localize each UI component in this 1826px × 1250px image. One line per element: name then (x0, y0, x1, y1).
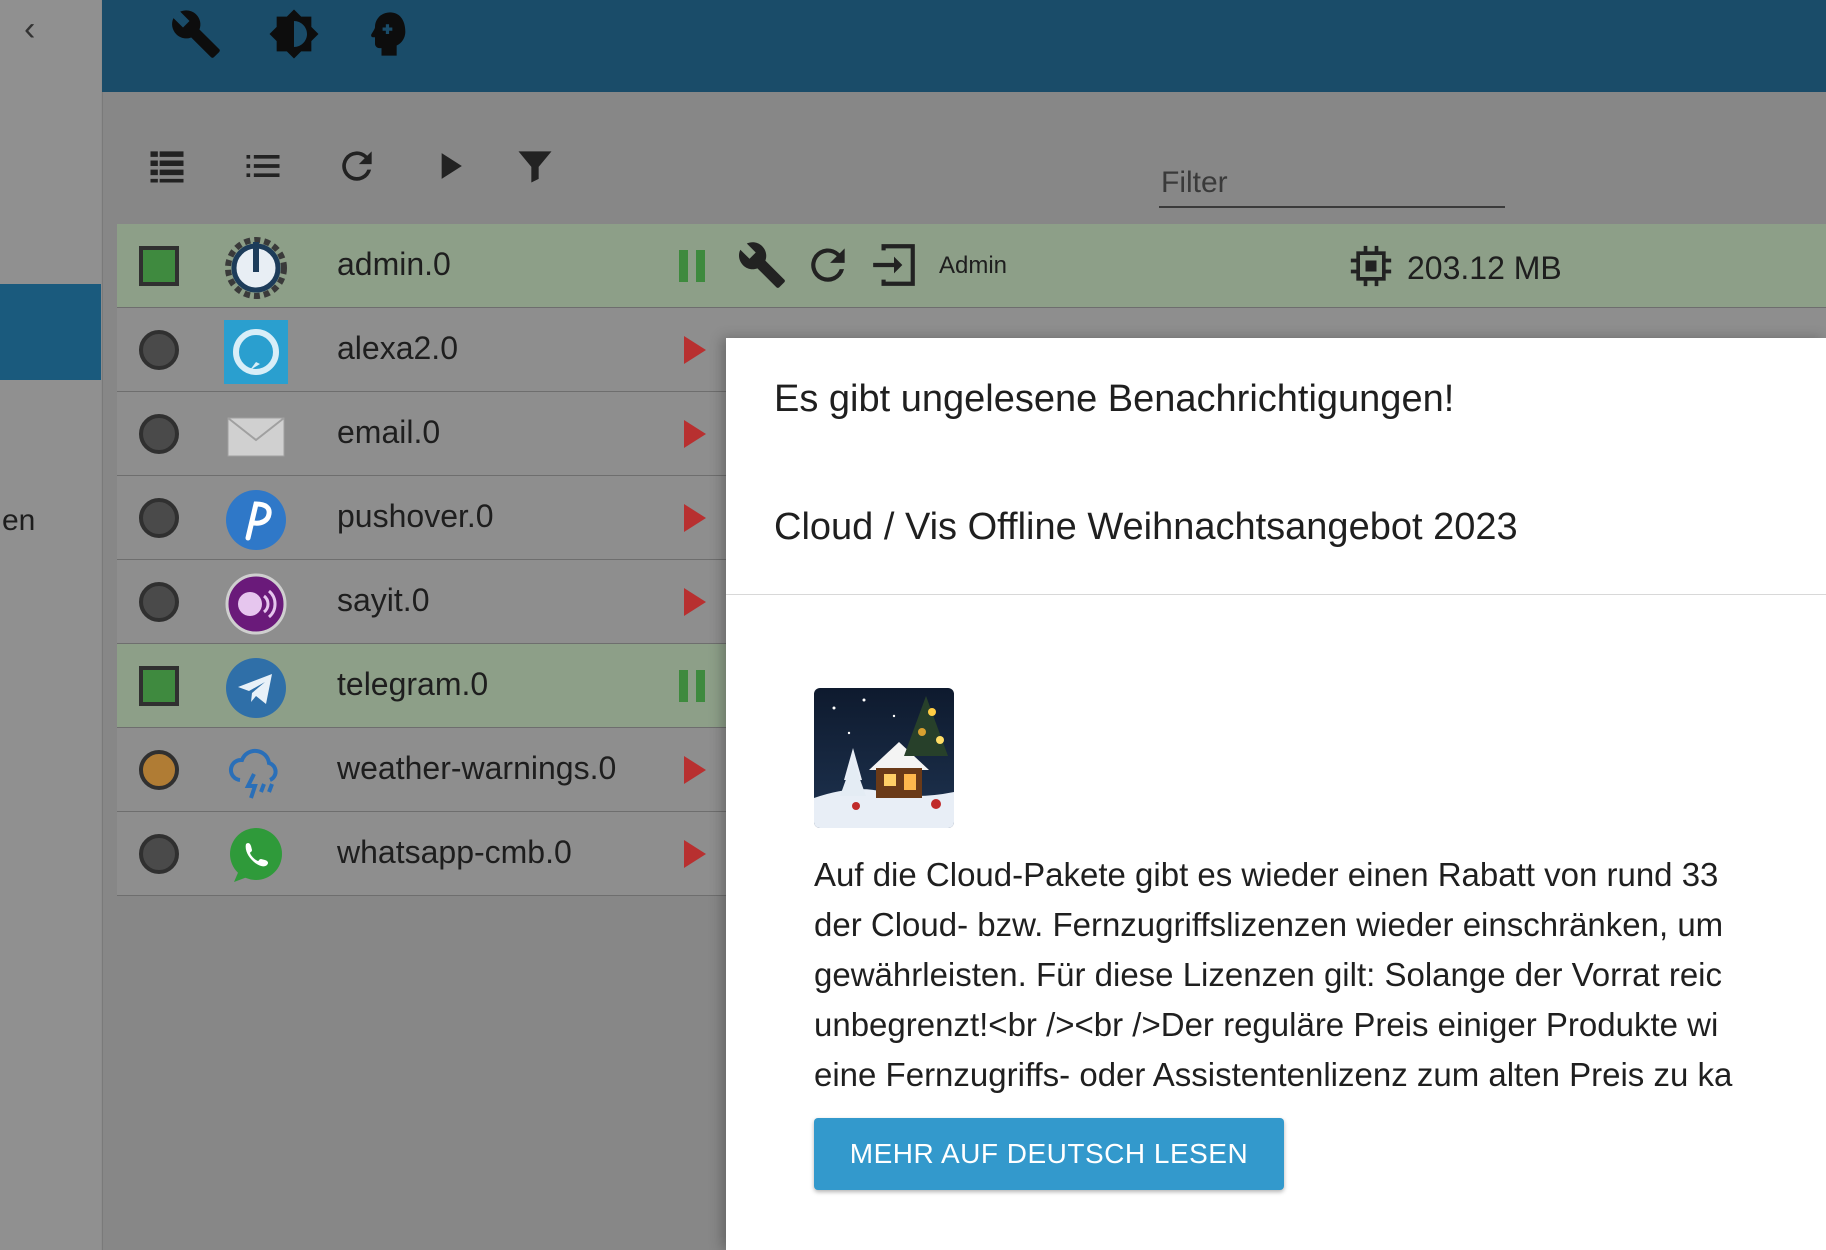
status-indicator-stopped (139, 414, 179, 454)
pause-icon[interactable] (679, 250, 707, 282)
adapter-name: telegram.0 (337, 666, 489, 702)
sidebar: ‹ en (0, 0, 101, 1250)
sidebar-item-label[interactable]: en (2, 504, 35, 538)
notification-dialog: Es gibt ungelesene Benachrichtigungen! C… (726, 338, 1826, 1250)
adapter-row[interactable]: admin.0 Admin 203.12 MB (117, 224, 1826, 308)
filter-icon[interactable] (513, 144, 557, 188)
sidebar-item-active[interactable] (0, 284, 101, 380)
dialog-title: Es gibt ungelesene Benachrichtigungen! (774, 378, 1455, 420)
body-line: der Cloud- bzw. Fernzugriffslizenzen wie… (814, 906, 1724, 943)
status-indicator-stopped (139, 834, 179, 874)
weather-warnings-logo (229, 748, 278, 799)
notification-subject: Cloud / Vis Offline Weihnachtsangebot 20… (774, 506, 1518, 548)
alexa-logo (224, 320, 288, 384)
expert-head-icon[interactable] (362, 8, 414, 60)
notification-body: Auf die Cloud-Pakete gibt es wieder eine… (814, 850, 1826, 1100)
adapter-name: email.0 (337, 414, 441, 450)
brightness-icon[interactable] (268, 8, 320, 60)
christmas-cabin-image (814, 688, 954, 828)
status-indicator-stopped (139, 582, 179, 622)
restart-icon[interactable] (803, 240, 853, 290)
memory-chip-icon (1350, 245, 1392, 287)
wrench-icon[interactable] (170, 8, 222, 60)
read-more-button[interactable]: MEHR AUF DEUTSCH LESEN (814, 1118, 1284, 1190)
app-topbar (102, 0, 1826, 92)
adapter-name: pushover.0 (337, 498, 494, 534)
status-indicator-stopped (139, 498, 179, 538)
telegram-logo (226, 658, 286, 718)
admin-link-label[interactable]: Admin (939, 252, 1007, 280)
status-indicator-warning (139, 750, 179, 790)
refresh-icon[interactable] (335, 144, 379, 188)
pause-icon[interactable] (679, 670, 707, 702)
email-logo (227, 417, 285, 457)
collapse-sidebar-icon[interactable]: ‹ (24, 10, 35, 49)
adapter-name: weather-warnings.0 (337, 750, 617, 786)
adapter-name: whatsapp-cmb.0 (337, 834, 572, 870)
adapter-name: sayit.0 (337, 582, 430, 618)
pushover-logo (226, 490, 286, 550)
whatsapp-logo (230, 828, 282, 882)
start-icon[interactable] (684, 840, 706, 868)
body-line: Auf die Cloud-Pakete gibt es wieder eine… (814, 856, 1719, 893)
body-line: gewährleisten. Für diese Lizenzen gilt: … (814, 956, 1722, 993)
start-icon[interactable] (684, 504, 706, 532)
list-detail-icon[interactable] (145, 144, 189, 188)
settings-wrench-icon[interactable] (737, 240, 787, 290)
play-icon[interactable] (427, 144, 471, 188)
start-icon[interactable] (684, 420, 706, 448)
filter-input[interactable]: Filter (1159, 154, 1505, 208)
status-indicator-running (139, 246, 179, 286)
body-line: unbegrenzt!<br /><br />Der reguläre Prei… (814, 1006, 1719, 1043)
status-indicator-stopped (139, 330, 179, 370)
start-icon[interactable] (684, 756, 706, 784)
start-icon[interactable] (684, 588, 706, 616)
body-line: eine Fernzugriffs- oder Assistentenlizen… (814, 1056, 1733, 1093)
list-compact-icon[interactable] (241, 144, 285, 188)
adapter-name: admin.0 (337, 246, 451, 282)
status-indicator-running (139, 666, 179, 706)
open-link-icon[interactable] (869, 240, 919, 290)
sayit-logo (225, 573, 287, 635)
admin-logo (225, 237, 287, 299)
dialog-divider (726, 594, 1826, 595)
filter-placeholder: Filter (1161, 166, 1228, 199)
memory-usage: 203.12 MB (1407, 250, 1562, 286)
adapter-name: alexa2.0 (337, 330, 458, 366)
start-icon[interactable] (684, 336, 706, 364)
